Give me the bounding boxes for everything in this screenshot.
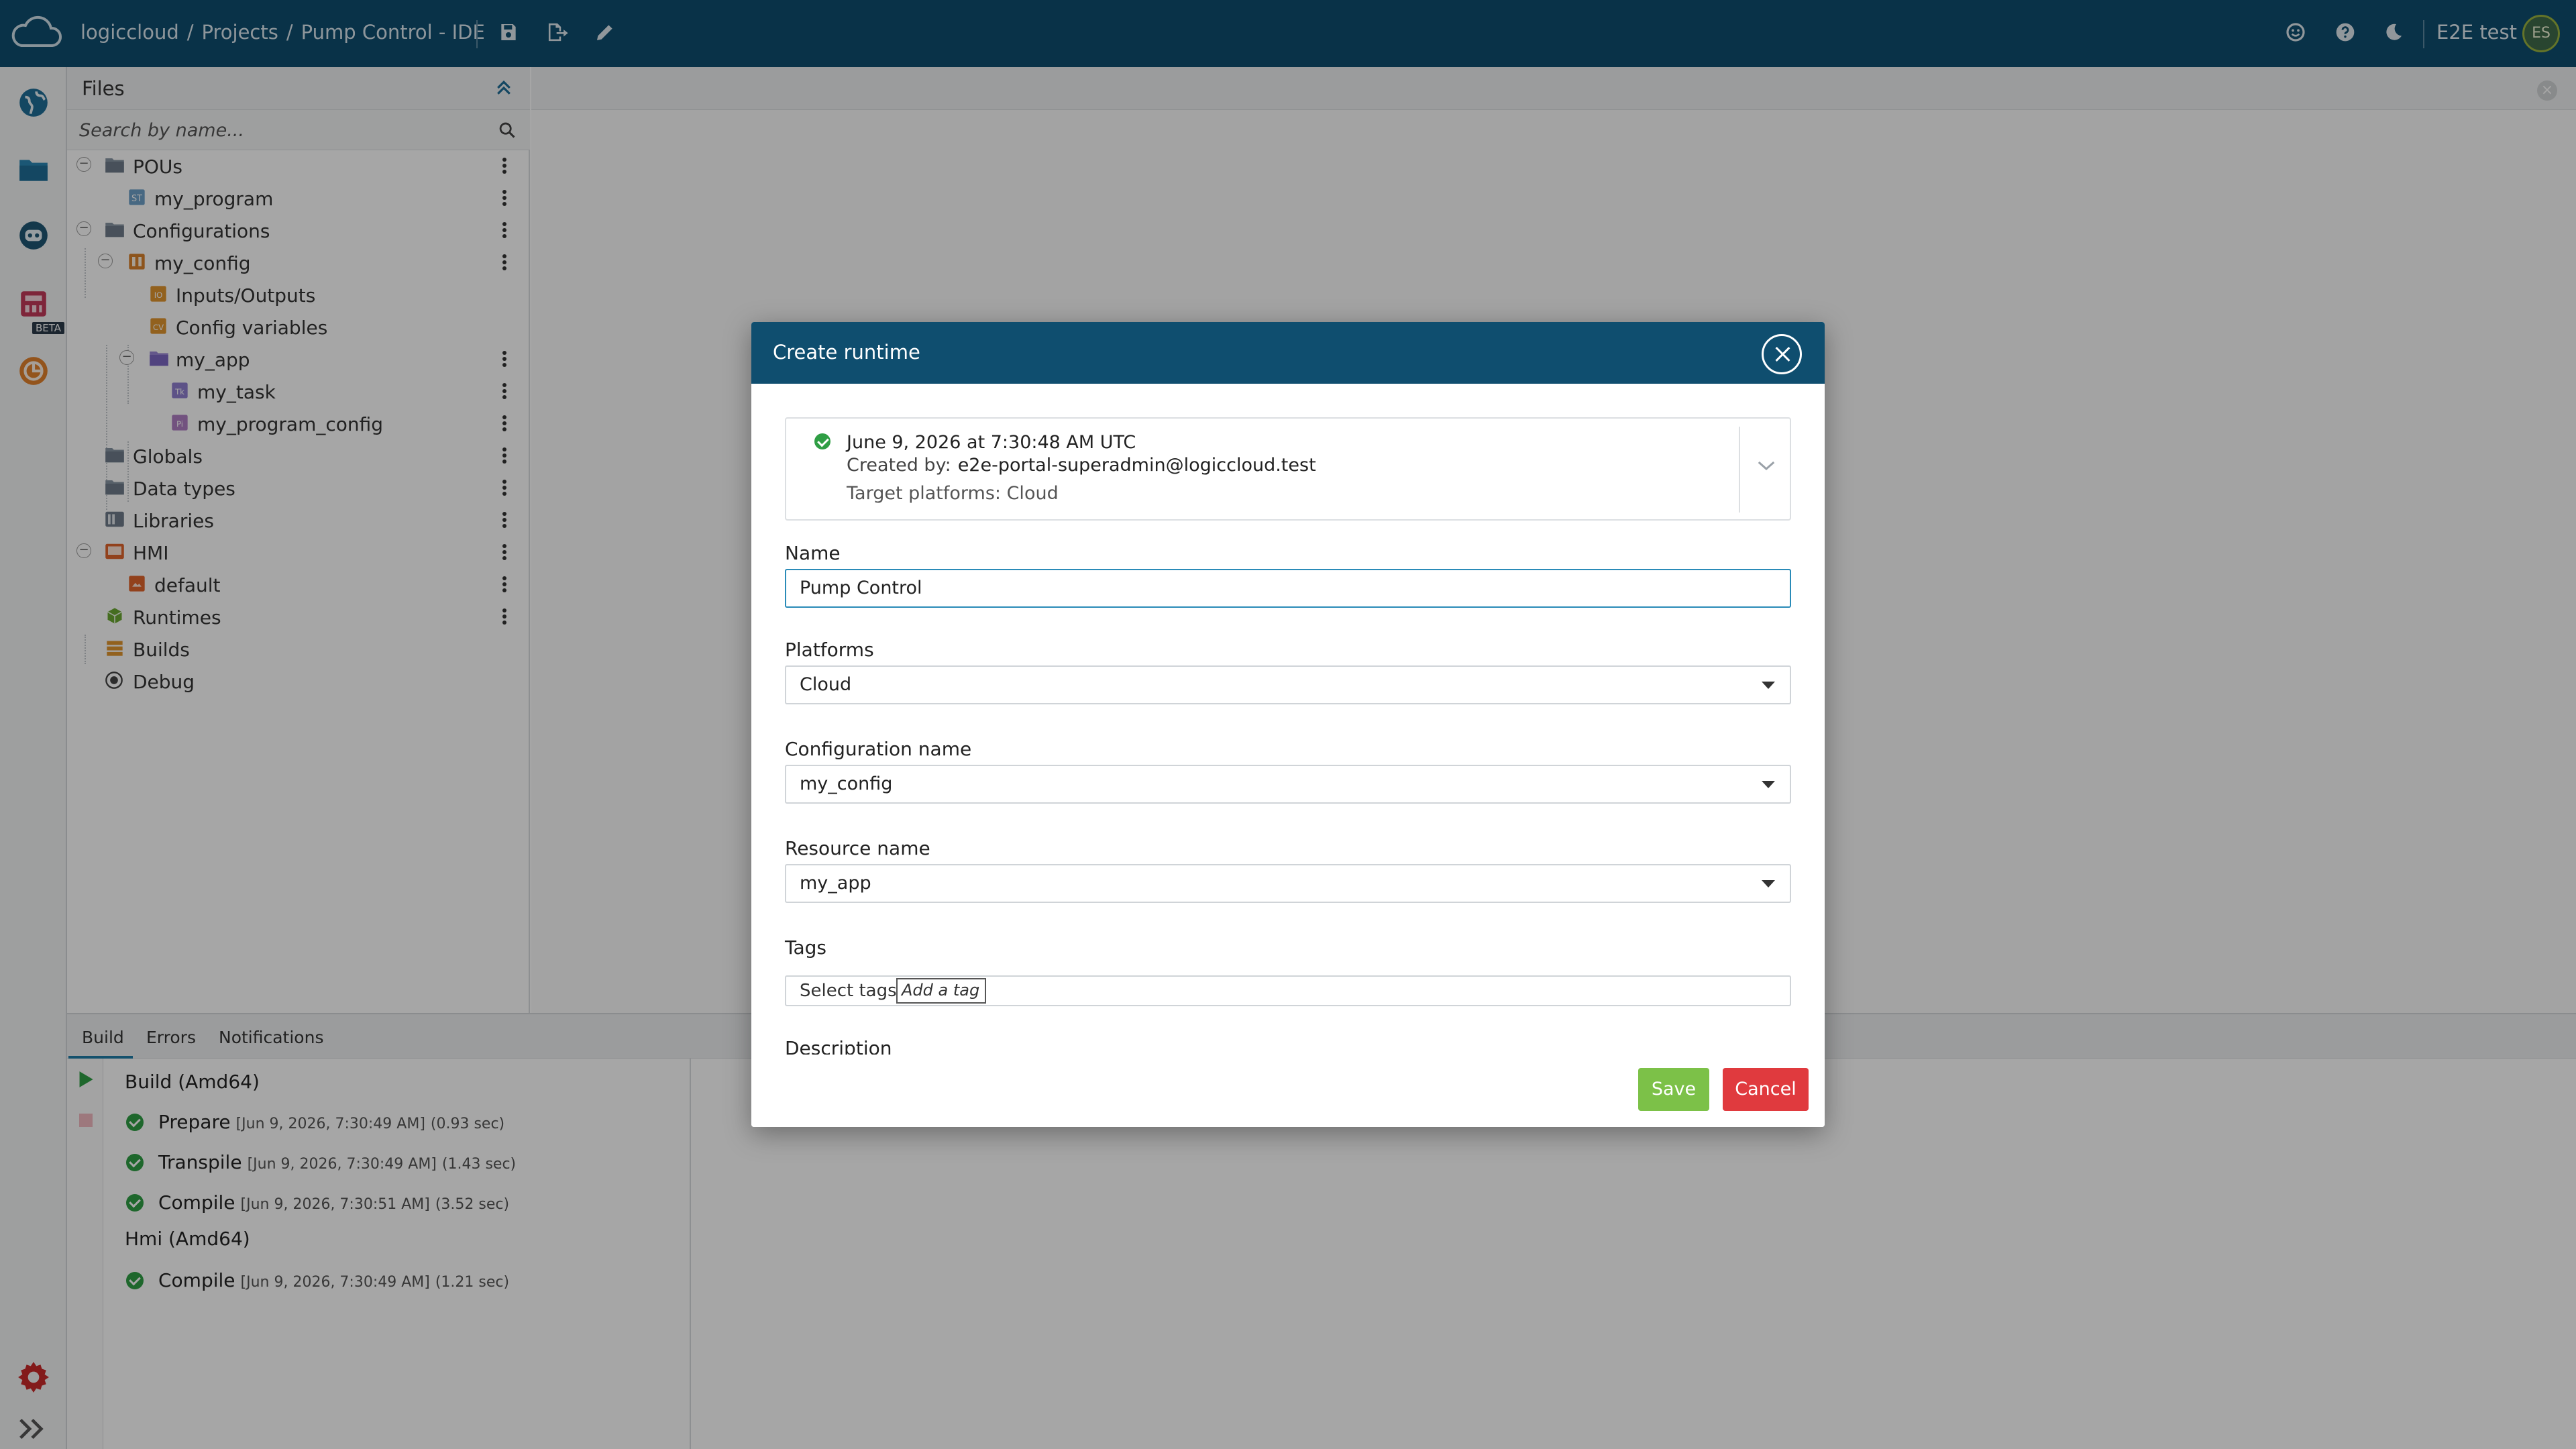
configuration-name-value: my_config xyxy=(800,773,893,794)
version-select[interactable]: June 9, 2026 at 7:30:48 AM UTC Created b… xyxy=(785,417,1791,521)
configuration-name-label: Configuration name xyxy=(785,738,972,760)
configuration-name-select[interactable]: my_config xyxy=(785,765,1791,804)
resource-name-select[interactable]: my_app xyxy=(785,864,1791,903)
create-runtime-dialog: Create runtime June 9, 2026 at 7:30:48 A… xyxy=(751,322,1825,1127)
version-target-platforms: Target platforms: Cloud xyxy=(847,483,1059,504)
tags-select-placeholder[interactable]: Select tags xyxy=(800,981,897,1001)
version-created-by: Created by: e2e-portal-superadmin@logiccl… xyxy=(847,455,1316,476)
dialog-body: June 9, 2026 at 7:30:48 AM UTC Created b… xyxy=(751,384,1825,1055)
resource-name-label: Resource name xyxy=(785,837,930,859)
tags-label: Tags xyxy=(785,936,826,959)
tags-field[interactable]: Select tags Add a tag xyxy=(785,975,1791,1006)
dialog-header: Create runtime xyxy=(751,322,1825,384)
add-tag-input[interactable]: Add a tag xyxy=(896,978,986,1004)
cancel-button[interactable]: Cancel xyxy=(1723,1068,1809,1111)
platforms-select[interactable]: Cloud xyxy=(785,665,1791,704)
resource-name-value: my_app xyxy=(800,873,871,894)
name-field[interactable]: Pump Control xyxy=(785,569,1791,608)
dropdown-caret-icon xyxy=(1762,880,1775,888)
check-circle-icon xyxy=(814,433,830,449)
description-label: Description xyxy=(785,1037,892,1055)
save-button[interactable]: Save xyxy=(1638,1068,1709,1111)
version-date: June 9, 2026 at 7:30:48 AM UTC xyxy=(847,432,1136,453)
dropdown-caret-icon xyxy=(1762,781,1775,788)
platforms-value: Cloud xyxy=(800,674,852,695)
chevron-down-icon[interactable] xyxy=(1756,459,1776,475)
dialog-title: Create runtime xyxy=(773,341,920,364)
dropdown-caret-icon xyxy=(1762,682,1775,689)
platforms-label: Platforms xyxy=(785,639,874,661)
version-select-divider xyxy=(1739,427,1740,513)
dialog-footer: Save Cancel xyxy=(751,1055,1825,1127)
close-icon[interactable] xyxy=(1762,334,1802,374)
name-label: Name xyxy=(785,542,841,564)
